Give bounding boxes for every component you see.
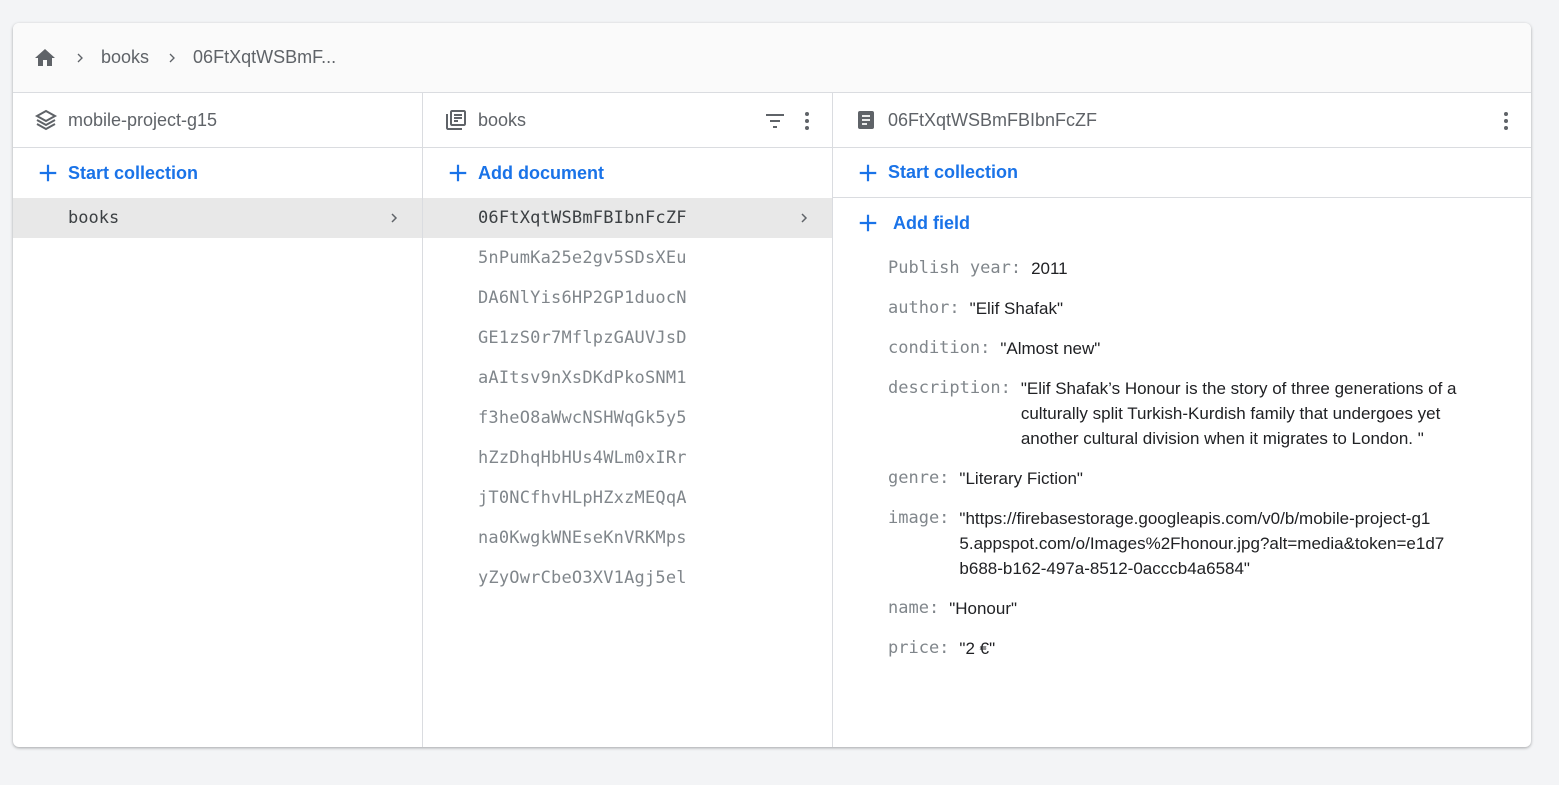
document-id: jT0NCfhvHLpHZxzMEQqA: [478, 488, 687, 508]
document-panel: 06FtXqtWSBmFBIbnFcZF Start collection Ad…: [833, 93, 1531, 747]
field-value: "2 €": [959, 639, 996, 658]
project-panel-header: mobile-project-g15: [13, 93, 422, 148]
document-item[interactable]: 5nPumKa25e2gv5SDsXEu: [423, 238, 832, 278]
field-value: "Almost new": [1000, 339, 1101, 358]
plus-icon: [35, 160, 61, 186]
collection-panel: books Add document 06FtXqtWSBmFBIbnFcZF …: [423, 93, 833, 747]
add-document-label: Add document: [478, 162, 604, 183]
more-vert-icon[interactable]: [1493, 108, 1519, 134]
add-field-button[interactable]: Add field: [833, 198, 1531, 248]
field-key: author:: [888, 298, 960, 318]
document-id: aAItsv9nXsDKdPkoSNM1: [478, 368, 687, 388]
plus-icon: [855, 160, 881, 186]
panels-container: mobile-project-g15 Start collection book…: [13, 93, 1531, 747]
document-item[interactable]: f3heO8aWwcNSHWqGk5y5: [423, 398, 832, 438]
firestore-data-card: books 06FtXqtWSBmF... mobile-project-g15: [13, 23, 1531, 747]
document-id: 5nPumKa25e2gv5SDsXEu: [478, 248, 687, 268]
field-key: name:: [888, 598, 940, 618]
plus-icon: [855, 210, 881, 236]
document-id: f3heO8aWwcNSHWqGk5y5: [478, 408, 687, 428]
chevron-right-icon: [69, 46, 91, 70]
more-vert-icon[interactable]: [794, 108, 820, 134]
document-id: DA6NlYis6HP2GP1duocN: [478, 288, 687, 308]
field-row[interactable]: author: "Elif Shafak": [888, 296, 1531, 321]
document-item[interactable]: 06FtXqtWSBmFBIbnFcZF: [423, 198, 832, 238]
chevron-right-icon: [792, 206, 816, 230]
document-panel-header: 06FtXqtWSBmFBIbnFcZF: [833, 93, 1531, 148]
home-icon[interactable]: [33, 46, 57, 70]
filter-icon[interactable]: [762, 108, 788, 134]
field-value: "https://firebasestorage.googleapis.com/…: [959, 509, 1445, 578]
field-key: image:: [888, 508, 950, 528]
field-key: condition:: [888, 338, 991, 358]
start-collection-button[interactable]: Start collection: [13, 148, 422, 198]
document-id: hZzDhqHbHUs4WLm0xIRr: [478, 448, 687, 468]
collection-item-books[interactable]: books: [13, 198, 422, 238]
start-subcollection-label: Start collection: [888, 162, 1019, 182]
document-item[interactable]: yZyOwrCbeO3XV1Agj5el: [423, 558, 832, 598]
collection-panel-header: books: [423, 93, 832, 148]
field-row[interactable]: genre: "Literary Fiction": [888, 466, 1531, 491]
document-item[interactable]: DA6NlYis6HP2GP1duocN: [423, 278, 832, 318]
firestore-stack-icon: [33, 107, 59, 133]
start-subcollection-button[interactable]: Start collection: [833, 148, 1531, 198]
field-key: genre:: [888, 468, 950, 488]
breadcrumb: books 06FtXqtWSBmF...: [13, 23, 1531, 93]
document-title: 06FtXqtWSBmFBIbnFcZF: [888, 109, 1098, 130]
document-icon: [853, 107, 879, 133]
chevron-right-icon: [382, 206, 406, 230]
field-value: "Elif Shafak’s Honour is the story of th…: [1020, 379, 1457, 448]
chevron-right-icon: [161, 46, 183, 70]
field-row[interactable]: price: "2 €": [888, 636, 1531, 661]
document-item[interactable]: aAItsv9nXsDKdPkoSNM1: [423, 358, 832, 398]
document-item[interactable]: na0KwgkWNEseKnVRKMps: [423, 518, 832, 558]
add-document-button[interactable]: Add document: [423, 148, 832, 198]
breadcrumb-item-collection[interactable]: books: [101, 47, 149, 68]
field-key: price:: [888, 638, 950, 658]
breadcrumb-item-document[interactable]: 06FtXqtWSBmF...: [193, 47, 336, 68]
field-row[interactable]: condition: "Almost new": [888, 336, 1531, 361]
field-key: Publish year:: [888, 258, 1022, 278]
document-item[interactable]: jT0NCfhvHLpHZxzMEQqA: [423, 478, 832, 518]
project-panel: mobile-project-g15 Start collection book…: [13, 93, 423, 747]
field-row[interactable]: name: "Honour": [888, 596, 1531, 621]
start-collection-label: Start collection: [68, 162, 199, 183]
document-id: 06FtXqtWSBmFBIbnFcZF: [478, 208, 687, 228]
field-row[interactable]: description: "Elif Shafak’s Honour is th…: [888, 376, 1531, 451]
collection-item-label: books: [68, 208, 120, 228]
field-value: "Elif Shafak": [969, 299, 1063, 318]
document-id: yZyOwrCbeO3XV1Agj5el: [478, 568, 687, 588]
field-row[interactable]: Publish year: 2011: [888, 256, 1531, 281]
field-key: description:: [888, 378, 1011, 398]
document-id: GE1zS0r7MflpzGAUVJsD: [478, 328, 687, 348]
document-item[interactable]: hZzDhqHbHUs4WLm0xIRr: [423, 438, 832, 478]
add-field-label: Add field: [893, 212, 970, 233]
field-value: "Literary Fiction": [959, 469, 1083, 488]
document-fields: Publish year: 2011 author: "Elif Shafak"…: [833, 248, 1531, 661]
document-item[interactable]: GE1zS0r7MflpzGAUVJsD: [423, 318, 832, 358]
plus-icon: [445, 160, 471, 186]
document-id: na0KwgkWNEseKnVRKMps: [478, 528, 687, 548]
field-row[interactable]: image: "https://firebasestorage.googleap…: [888, 506, 1531, 581]
field-value: "Honour": [949, 599, 1018, 618]
project-title: mobile-project-g15: [68, 109, 218, 130]
collection-title: books: [478, 109, 527, 130]
collection-icon: [443, 107, 469, 133]
field-value: 2011: [1031, 259, 1068, 278]
